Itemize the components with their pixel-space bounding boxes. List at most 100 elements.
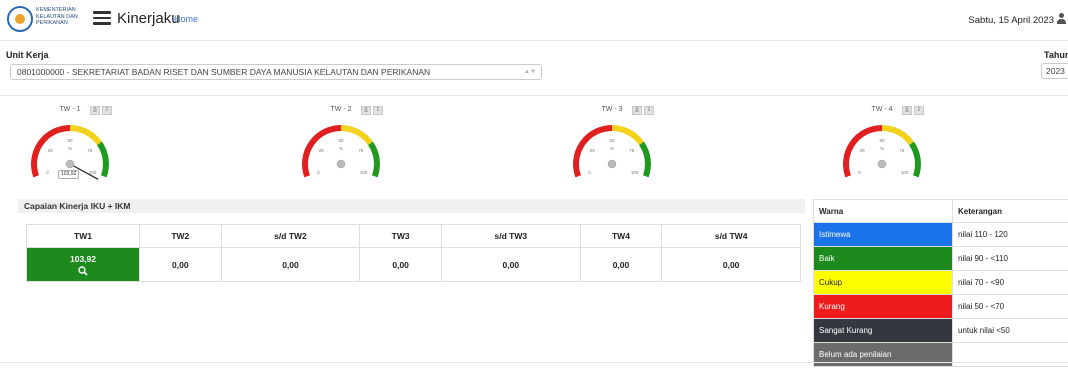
gauge-tick-label: 50: [879, 138, 885, 143]
unit-kerja-select[interactable]: 0801000000 - SEKRETARIAT BADAN RISET DAN…: [10, 64, 542, 80]
gauge-tw3: 0 25 50 75 100% TW - 3 ⎙ ↧: [562, 106, 672, 181]
value-tw4: 0,00: [579, 247, 663, 282]
legend-row: Kurang nilai 50 - <70: [813, 294, 1068, 319]
value-sd-tw4: 0,00: [661, 247, 801, 282]
unit-kerja-label: Unit Kerja: [6, 50, 49, 60]
legend-desc-cell: nilai 50 - <70: [952, 294, 1068, 319]
capaian-title: Capaian Kinerja IKU + IKM: [18, 199, 805, 213]
legend-col-warna: Warna: [813, 199, 953, 223]
ministry-name: KEMENTERIAN KELAUTAN DAN PERIKANAN: [36, 7, 78, 27]
gauge-unit: %: [68, 146, 72, 151]
legend-color-cell: Sangat Kurang: [813, 318, 953, 343]
divider: [0, 95, 1068, 96]
user-icon[interactable]: [1057, 13, 1066, 25]
value-tw1[interactable]: 103,92: [26, 247, 140, 282]
gauge-tick-label: 75: [87, 148, 93, 153]
home-link[interactable]: Home: [174, 14, 198, 24]
legend-color-cell: Baik: [813, 246, 953, 271]
col-tw3: TW3: [359, 224, 442, 248]
capaian-header-row: TW1 TW2 s/d TW2 TW3 s/d TW3 TW4 s/d TW4: [26, 224, 801, 248]
gauge-tick-label: 25: [48, 148, 54, 153]
gauge-tick-label: 0: [858, 170, 861, 175]
value-sd-tw2: 0,00: [220, 247, 361, 282]
unit-kerja-value: 0801000000 - SEKRETARIAT BADAN RISET DAN…: [17, 67, 431, 77]
gauge-tick-label: 100: [901, 170, 909, 175]
legend-color-cell: Kurang: [813, 294, 953, 319]
gauge-tick-label: 25: [319, 148, 325, 153]
gauge-value-label: 103,92: [58, 170, 80, 179]
gauge-unit: %: [610, 146, 614, 151]
ministry-logo[interactable]: [7, 6, 33, 32]
print-icon[interactable]: ⎙: [90, 106, 100, 115]
col-tw1: TW1: [26, 224, 140, 248]
search-icon[interactable]: [78, 265, 88, 276]
gauge-tw1: 0 25 50 75 100% TW - 1 ⎙ ↧ 103,92: [20, 106, 130, 181]
col-tw2: TW2: [138, 224, 222, 248]
gauge-pivot: [336, 159, 346, 169]
gauge-export-buttons: ⎙ ↧: [90, 106, 114, 115]
gauge-tick-label: 100: [360, 170, 368, 175]
gauge-export-buttons: ⎙ ↧: [902, 106, 926, 115]
gauge-tick-label: 75: [358, 148, 364, 153]
print-icon[interactable]: ⎙: [361, 106, 371, 115]
col-sd-tw2: s/d TW2: [220, 224, 361, 248]
download-icon[interactable]: ↧: [644, 106, 654, 115]
legend-col-keterangan: Keterangan: [952, 199, 1068, 223]
download-icon[interactable]: ↧: [914, 106, 924, 115]
value-sd-tw3: 0,00: [440, 247, 581, 282]
gauge-tick-label: 75: [629, 148, 635, 153]
print-icon[interactable]: ⎙: [632, 106, 642, 115]
gauge-tick-label: 0: [46, 170, 49, 175]
legend-row: Baik nilai 90 - <110: [813, 246, 1068, 271]
gauge-tick-label: 50: [67, 138, 73, 143]
legend-table: Warna Keterangan Istimewa nilai 110 - 120…: [813, 199, 1068, 367]
legend-desc-cell: nilai 90 - <110: [952, 246, 1068, 271]
gauge-pivot: [607, 159, 617, 169]
menu-icon[interactable]: [93, 11, 111, 25]
gauge-tick-label: 0: [588, 170, 591, 175]
legend-header-row: Warna Keterangan: [813, 199, 1068, 223]
value-tw1-text: 103,92: [69, 253, 96, 264]
col-tw4: TW4: [579, 224, 663, 248]
legend-row: Cukup nilai 70 - <90: [813, 270, 1068, 295]
tahun-select[interactable]: 2023: [1041, 63, 1068, 79]
gauge-tick-label: 100: [631, 170, 639, 175]
col-sd-tw4: s/d TW4: [661, 224, 801, 248]
download-icon[interactable]: ↧: [102, 106, 112, 115]
capaian-table: TW1 TW2 s/d TW2 TW3 s/d TW3 TW4 s/d TW4 …: [26, 224, 801, 282]
gauge-tick-label: 0: [317, 170, 320, 175]
gauge-tw4: 0 25 50 75 100% TW - 4 ⎙ ↧: [832, 106, 942, 181]
gauge-tick-label: 50: [609, 138, 615, 143]
gauge-unit: %: [880, 146, 884, 151]
gauge-tick-label: 50: [338, 138, 344, 143]
legend-row: Sangat Kurang untuk nilai <50: [813, 318, 1068, 343]
gauge-pivot: [877, 159, 887, 169]
current-date: Sabtu, 15 April 2023: [968, 15, 1054, 26]
gauge-pivot: [65, 159, 75, 169]
gauge-unit: %: [339, 146, 343, 151]
download-icon[interactable]: ↧: [373, 106, 383, 115]
gauge-tw2: 0 25 50 75 100% TW - 2 ⎙ ↧: [291, 106, 401, 181]
ministry-line-1: KEMENTERIAN: [36, 7, 76, 13]
value-tw2: 0,00: [138, 247, 222, 282]
col-sd-tw3: s/d TW3: [440, 224, 581, 248]
legend-desc-cell: nilai 110 - 120: [952, 222, 1068, 247]
legend-row: Istimewa nilai 110 - 120: [813, 222, 1068, 247]
legend-color-cell: Cukup: [813, 270, 953, 295]
legend-desc-cell: nilai 70 - <90: [952, 270, 1068, 295]
legend-color-cell: Istimewa: [813, 222, 953, 247]
tahun-label: Tahun: [1044, 50, 1068, 60]
print-icon[interactable]: ⎙: [902, 106, 912, 115]
gauge-export-buttons: ⎙ ↧: [632, 106, 656, 115]
capaian-value-row: 103,92 0,00 0,00 0,00 0,00 0,00 0,00: [26, 247, 801, 282]
value-tw3: 0,00: [359, 247, 442, 282]
gauge-tick-label: 25: [860, 148, 866, 153]
app-title: Kinerjaku: [117, 10, 180, 27]
gauge-export-buttons: ⎙ ↧: [361, 106, 385, 115]
gauge-tick-label: 75: [899, 148, 905, 153]
gauge-tick-label: 25: [590, 148, 596, 153]
ministry-line-3: PERIKANAN: [36, 20, 68, 26]
legend-desc-cell: untuk nilai <50: [952, 318, 1068, 343]
select-arrow-icon: ▲▼: [524, 69, 536, 75]
top-bar: KEMENTERIAN KELAUTAN DAN PERIKANAN Kiner…: [0, 0, 1068, 41]
